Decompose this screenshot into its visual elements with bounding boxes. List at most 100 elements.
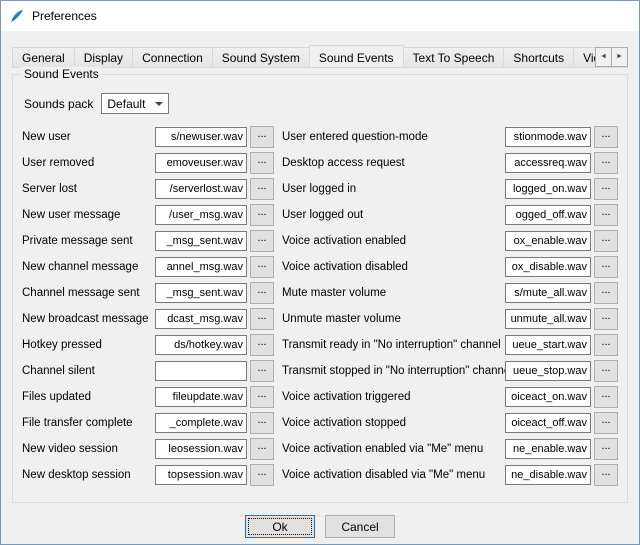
browse-button[interactable]: ... bbox=[594, 230, 618, 252]
browse-button[interactable]: ... bbox=[594, 386, 618, 408]
sound-file-input[interactable] bbox=[505, 231, 591, 251]
sound-file-input[interactable] bbox=[505, 413, 591, 433]
sound-file-input[interactable] bbox=[505, 127, 591, 147]
preferences-window: Preferences GeneralDisplayConnectionSoun… bbox=[0, 0, 640, 545]
tab-scroll-left-icon: ◄ bbox=[600, 53, 607, 60]
sound-event-row: Channel message sent... bbox=[22, 280, 274, 306]
sound-event-row: New channel message... bbox=[22, 254, 274, 280]
sound-file-input[interactable] bbox=[505, 361, 591, 381]
browse-button[interactable]: ... bbox=[594, 282, 618, 304]
cancel-button[interactable]: Cancel bbox=[325, 515, 395, 538]
tab-sound-system[interactable]: Sound System bbox=[212, 47, 310, 68]
browse-button[interactable]: ... bbox=[594, 256, 618, 278]
browse-button[interactable]: ... bbox=[594, 360, 618, 382]
sound-file-input[interactable] bbox=[155, 283, 247, 303]
sound-file-input[interactable] bbox=[155, 127, 247, 147]
browse-button[interactable]: ... bbox=[250, 204, 274, 226]
sound-file-input[interactable] bbox=[155, 153, 247, 173]
sounds-pack-label: Sounds pack bbox=[24, 97, 93, 111]
sound-file-input[interactable] bbox=[505, 309, 591, 329]
tab-scroll-left-button[interactable]: ◄ bbox=[595, 47, 612, 67]
sound-event-label: Voice activation triggered bbox=[282, 391, 505, 403]
browse-button[interactable]: ... bbox=[250, 308, 274, 330]
browse-button[interactable]: ... bbox=[250, 256, 274, 278]
sound-event-label: Voice activation disabled bbox=[282, 261, 505, 273]
sound-event-label: Mute master volume bbox=[282, 287, 505, 299]
tab-scroll-right-button[interactable]: ► bbox=[611, 47, 628, 67]
title-bar[interactable]: Preferences bbox=[1, 1, 639, 31]
sound-file-input[interactable] bbox=[155, 179, 247, 199]
sound-event-row: User removed... bbox=[22, 150, 274, 176]
tab-connection[interactable]: Connection bbox=[132, 47, 213, 68]
sound-event-label: Voice activation enabled via "Me" menu bbox=[282, 443, 505, 455]
sound-file-input[interactable] bbox=[505, 335, 591, 355]
sound-file-input[interactable] bbox=[155, 387, 247, 407]
sound-event-label: File transfer complete bbox=[22, 417, 155, 429]
ok-button[interactable]: Ok bbox=[245, 515, 315, 538]
sound-file-input[interactable] bbox=[155, 309, 247, 329]
sound-file-input[interactable] bbox=[505, 283, 591, 303]
browse-button[interactable]: ... bbox=[250, 334, 274, 356]
sound-file-input[interactable] bbox=[155, 205, 247, 225]
dialog-content: GeneralDisplayConnectionSound SystemSoun… bbox=[1, 31, 639, 538]
sound-event-label: Channel message sent bbox=[22, 287, 155, 299]
sound-file-input[interactable] bbox=[505, 257, 591, 277]
browse-button[interactable]: ... bbox=[250, 230, 274, 252]
browse-button[interactable]: ... bbox=[250, 282, 274, 304]
sounds-pack-select[interactable]: Default bbox=[101, 93, 169, 114]
browse-button[interactable]: ... bbox=[594, 204, 618, 226]
sound-file-input[interactable] bbox=[155, 413, 247, 433]
browse-button[interactable]: ... bbox=[594, 152, 618, 174]
browse-button[interactable]: ... bbox=[594, 464, 618, 486]
tab-shortcuts[interactable]: Shortcuts bbox=[503, 47, 574, 68]
sound-file-input[interactable] bbox=[505, 179, 591, 199]
tab-display[interactable]: Display bbox=[74, 47, 133, 68]
footer-buttons: Ok Cancel bbox=[12, 515, 628, 538]
sounds-pack-value: Default bbox=[107, 97, 145, 111]
sound-file-input[interactable] bbox=[155, 465, 247, 485]
browse-button[interactable]: ... bbox=[250, 438, 274, 460]
sound-file-input[interactable] bbox=[155, 257, 247, 277]
sound-event-label: New broadcast message bbox=[22, 313, 155, 325]
left-column: New user...User removed...Server lost...… bbox=[22, 124, 274, 488]
browse-button[interactable]: ... bbox=[250, 178, 274, 200]
sound-file-input[interactable] bbox=[155, 439, 247, 459]
sound-event-label: User removed bbox=[22, 157, 155, 169]
sound-file-input[interactable] bbox=[505, 205, 591, 225]
browse-button[interactable]: ... bbox=[250, 386, 274, 408]
browse-button[interactable]: ... bbox=[250, 464, 274, 486]
sound-event-row: File transfer complete... bbox=[22, 410, 274, 436]
sound-file-input[interactable] bbox=[155, 361, 247, 381]
browse-button[interactable]: ... bbox=[250, 360, 274, 382]
browse-button[interactable]: ... bbox=[250, 152, 274, 174]
sound-event-row: Desktop access request... bbox=[282, 150, 618, 176]
sound-file-input[interactable] bbox=[505, 387, 591, 407]
sound-event-label: Voice activation disabled via "Me" menu bbox=[282, 469, 505, 481]
browse-button[interactable]: ... bbox=[594, 438, 618, 460]
browse-button[interactable]: ... bbox=[250, 126, 274, 148]
sound-file-input[interactable] bbox=[155, 231, 247, 251]
sound-event-label: User entered question-mode bbox=[282, 131, 505, 143]
sound-event-row: Voice activation disabled via "Me" menu.… bbox=[282, 462, 618, 488]
tab-sound-events[interactable]: Sound Events bbox=[309, 45, 404, 68]
sound-file-input[interactable] bbox=[505, 153, 591, 173]
sound-file-input[interactable] bbox=[505, 465, 591, 485]
tab-text-to-speech[interactable]: Text To Speech bbox=[403, 47, 505, 68]
sound-event-label: Hotkey pressed bbox=[22, 339, 155, 351]
sound-file-input[interactable] bbox=[155, 335, 247, 355]
sound-event-row: Transmit stopped in "No interruption" ch… bbox=[282, 358, 618, 384]
browse-button[interactable]: ... bbox=[594, 126, 618, 148]
browse-button[interactable]: ... bbox=[594, 412, 618, 434]
sound-file-input[interactable] bbox=[505, 439, 591, 459]
sound-event-label: Transmit stopped in "No interruption" ch… bbox=[282, 365, 505, 377]
tab-general[interactable]: General bbox=[12, 47, 75, 68]
sound-event-label: Unmute master volume bbox=[282, 313, 505, 325]
browse-button[interactable]: ... bbox=[594, 308, 618, 330]
sound-event-row: User logged out... bbox=[282, 202, 618, 228]
browse-button[interactable]: ... bbox=[594, 178, 618, 200]
sound-event-row: New broadcast message... bbox=[22, 306, 274, 332]
sound-event-label: New video session bbox=[22, 443, 155, 455]
browse-button[interactable]: ... bbox=[594, 334, 618, 356]
browse-button[interactable]: ... bbox=[250, 412, 274, 434]
sound-event-label: New user message bbox=[22, 209, 155, 221]
